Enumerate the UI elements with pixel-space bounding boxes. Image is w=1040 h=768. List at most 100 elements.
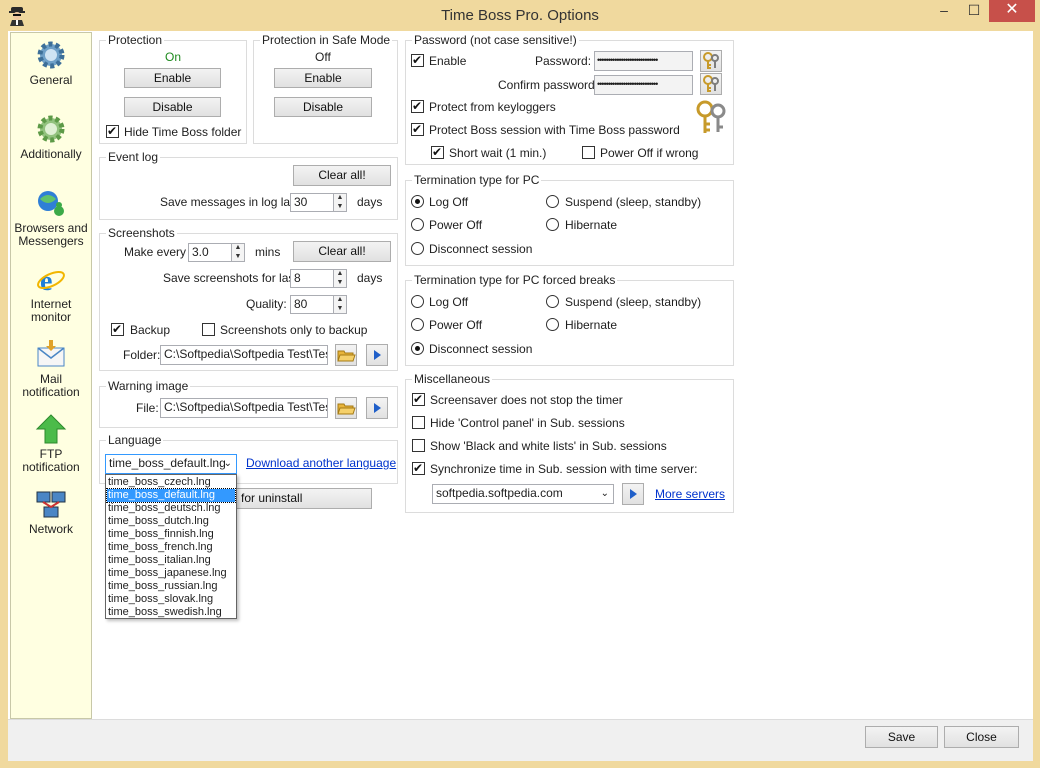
protection-disable-button[interactable]: Disable — [124, 97, 221, 117]
hide-control-panel-checkbox[interactable] — [412, 416, 425, 429]
safe-mode-enable-button[interactable]: Enable — [274, 68, 372, 88]
apply-server-button[interactable] — [622, 483, 644, 505]
sidebar-item-browsers-messengers[interactable]: Browsers and Messengers — [11, 187, 91, 248]
more-servers-link[interactable]: More servers — [655, 487, 725, 501]
uninstall-button[interactable]: for uninstall — [234, 488, 372, 509]
sidebar-item-ftp-notification[interactable]: FTP notification — [11, 413, 91, 474]
hide-folder-checkbox[interactable] — [106, 124, 119, 138]
power-off-wrong-checkbox[interactable] — [582, 146, 595, 159]
make-every-input[interactable]: 3.0 — [188, 243, 232, 262]
forced-suspend-label: Suspend (sleep, standby) — [565, 295, 702, 309]
close-button[interactable]: Close — [944, 726, 1019, 748]
password-input[interactable]: •••••••••••••••••••••••••••• — [594, 51, 693, 71]
language-option-deutsch[interactable]: time_boss_deutsch.lng — [107, 502, 235, 515]
screensaver-checkbox[interactable] — [412, 392, 425, 406]
forced-suspend-radio[interactable] — [546, 295, 559, 308]
forced-logoff-radio[interactable] — [411, 295, 424, 308]
protect-session-label: Protect Boss session with Time Boss pass… — [429, 123, 680, 137]
close-window-button[interactable]: ✕ — [989, 0, 1035, 22]
group-title: Event log — [106, 150, 161, 164]
make-every-spinner[interactable]: ▲ ▼ — [231, 243, 245, 262]
save-screenshots-spinner[interactable]: ▲ ▼ — [333, 269, 347, 288]
group-title: Warning image — [106, 379, 191, 393]
spin-down-icon[interactable]: ▼ — [334, 279, 346, 288]
chevron-down-icon[interactable]: ⌄ — [224, 455, 232, 472]
language-option-finnish[interactable]: time_boss_finnish.lng — [107, 528, 235, 541]
spin-down-icon[interactable]: ▼ — [232, 253, 244, 262]
screenshots-clear-button[interactable]: Clear all! — [293, 241, 391, 262]
sidebar-item-network[interactable]: Network — [11, 488, 91, 536]
download-language-link[interactable]: Download another language — [246, 456, 396, 470]
short-wait-checkbox[interactable] — [431, 145, 444, 159]
window-title: Time Boss Pro. Options — [441, 7, 599, 24]
term-hibernate-radio[interactable] — [546, 218, 559, 231]
sidebar-item-internet-monitor[interactable]: e Internet monitor — [11, 263, 91, 324]
language-option-swedish[interactable]: time_boss_swedish.lng — [107, 606, 235, 619]
only-backup-checkbox[interactable] — [202, 323, 215, 336]
password-keys-button[interactable] — [700, 50, 722, 72]
show-lists-checkbox[interactable] — [412, 439, 425, 452]
maximize-button[interactable]: ☐ — [959, 0, 989, 22]
confirm-password-keys-button[interactable] — [700, 73, 722, 95]
save-screenshots-input[interactable]: 8 — [290, 269, 334, 288]
sidebar-item-general[interactable]: General — [11, 39, 91, 87]
browse-file-button[interactable] — [335, 397, 357, 419]
go-file-button[interactable] — [366, 397, 388, 419]
term-disconnect-label: Disconnect session — [429, 242, 533, 256]
forced-disconnect-label: Disconnect session — [429, 342, 533, 356]
language-option-russian[interactable]: time_boss_russian.lng — [107, 580, 235, 593]
quality-input[interactable]: 80 — [290, 295, 334, 314]
term-suspend-radio[interactable] — [546, 195, 559, 208]
sidebar-item-mail-notification[interactable]: Mail notification — [11, 338, 91, 399]
language-option-italian[interactable]: time_boss_italian.lng — [107, 554, 235, 567]
forced-disconnect-radio[interactable] — [411, 342, 424, 355]
language-option-japanese[interactable]: time_boss_japanese.lng — [107, 567, 235, 580]
term-poweroff-radio[interactable] — [411, 218, 424, 231]
keys-icon — [703, 75, 719, 92]
backup-checkbox[interactable] — [111, 322, 124, 336]
spin-up-icon[interactable]: ▲ — [334, 194, 346, 203]
go-folder-button[interactable] — [366, 344, 388, 366]
spin-up-icon[interactable]: ▲ — [334, 270, 346, 279]
sidebar-item-label: FTP notification — [22, 447, 80, 474]
minimize-button[interactable]: – — [929, 0, 959, 22]
language-select[interactable]: time_boss_default.lng ⌄ — [105, 454, 237, 474]
term-logoff-radio[interactable] — [411, 195, 424, 208]
spin-up-icon[interactable]: ▲ — [334, 296, 346, 305]
protection-enable-button[interactable]: Enable — [124, 68, 221, 88]
quality-spinner[interactable]: ▲ ▼ — [333, 295, 347, 314]
language-option-dutch[interactable]: time_boss_dutch.lng — [107, 515, 235, 528]
spin-down-icon[interactable]: ▼ — [334, 203, 346, 212]
safe-mode-disable-button[interactable]: Disable — [274, 97, 372, 117]
folder-path-input[interactable]: C:\Softpedia\Softpedia Test\Test — [160, 345, 328, 365]
language-option-default[interactable]: time_boss_default.lng — [106, 488, 236, 503]
spin-up-icon[interactable]: ▲ — [232, 244, 244, 253]
keyloggers-label: Protect from keyloggers — [429, 100, 556, 114]
only-backup-label: Screenshots only to backup — [220, 323, 368, 337]
forced-hibernate-radio[interactable] — [546, 318, 559, 331]
sidebar-item-additionally[interactable]: Additionally — [11, 113, 91, 161]
language-option-czech[interactable]: time_boss_czech.lng — [107, 476, 235, 489]
confirm-password-input[interactable]: •••••••••••••••••••••••••••• — [594, 75, 693, 95]
mail-icon — [37, 340, 65, 367]
save-log-days-input[interactable]: 30 — [290, 193, 334, 212]
chevron-down-icon[interactable]: ⌄ — [601, 485, 609, 502]
save-log-spinner[interactable]: ▲ ▼ — [333, 193, 347, 212]
save-button[interactable]: Save — [865, 726, 938, 748]
term-disconnect-radio[interactable] — [411, 242, 424, 255]
language-option-french[interactable]: time_boss_french.lng — [107, 541, 235, 554]
password-enable-checkbox[interactable] — [411, 53, 424, 67]
keyloggers-checkbox[interactable] — [411, 99, 424, 113]
browse-folder-button[interactable] — [335, 344, 357, 366]
save-log-label: Save messages in log last — [160, 195, 300, 209]
language-option-slovak[interactable]: time_boss_slovak.lng — [107, 593, 235, 606]
group-title: Protection — [106, 33, 165, 47]
spin-down-icon[interactable]: ▼ — [334, 305, 346, 314]
protect-session-checkbox[interactable] — [411, 122, 424, 136]
event-log-clear-button[interactable]: Clear all! — [293, 165, 391, 186]
backup-label: Backup — [130, 323, 171, 337]
time-server-select[interactable]: softpedia.softpedia.com ⌄ — [432, 484, 614, 504]
warning-file-input[interactable]: C:\Softpedia\Softpedia Test\Test — [160, 398, 328, 418]
sync-time-checkbox[interactable] — [412, 461, 425, 475]
forced-poweroff-radio[interactable] — [411, 318, 424, 331]
